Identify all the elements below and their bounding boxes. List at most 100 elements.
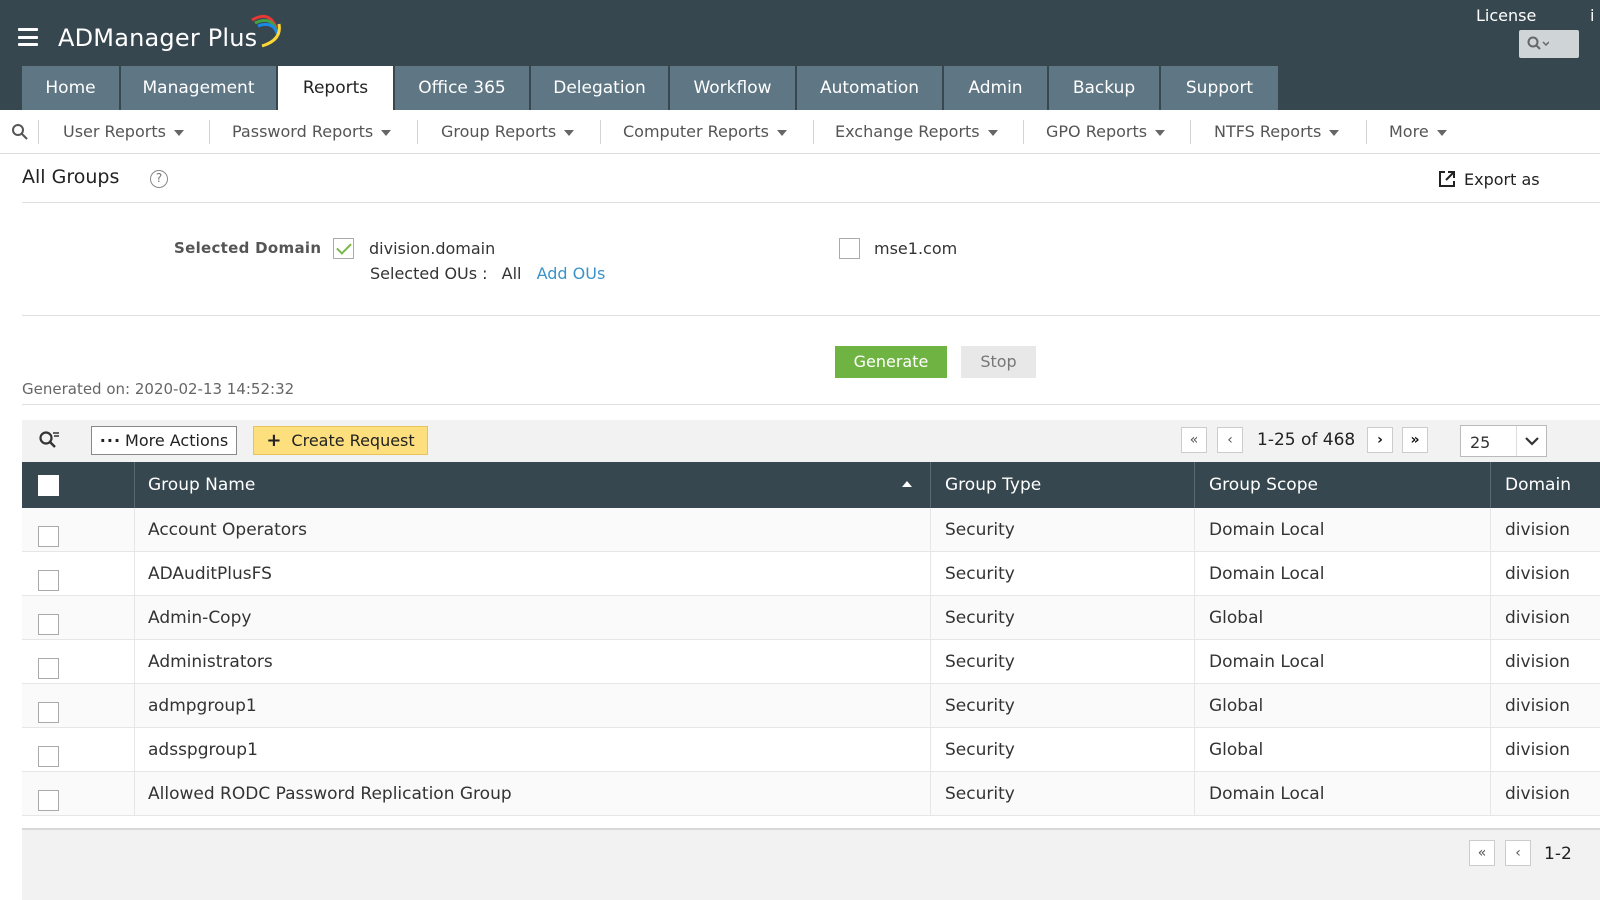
caret-down-icon bbox=[987, 129, 998, 136]
domain-checkbox-mse1[interactable] bbox=[839, 238, 860, 259]
table-footer: « ‹ 1-2 bbox=[22, 828, 1600, 900]
cell-divider bbox=[134, 508, 135, 552]
cell-divider bbox=[930, 772, 931, 816]
table-row[interactable]: Account Operators Security Domain Local div… bbox=[22, 508, 1600, 552]
generated-on-timestamp: Generated on: 2020-02-13 14:52:32 bbox=[22, 380, 295, 398]
table-row[interactable]: adsspgroup1 Security Global division bbox=[22, 728, 1600, 772]
tab-backup[interactable]: Backup bbox=[1049, 66, 1159, 110]
column-header-group-scope[interactable]: Group Scope bbox=[1209, 462, 1318, 508]
last-page-icon[interactable]: » bbox=[1402, 427, 1428, 453]
chevron-down-icon bbox=[1516, 426, 1546, 456]
global-search-button[interactable] bbox=[1519, 30, 1579, 58]
add-ous-link[interactable]: Add OUs bbox=[537, 264, 606, 283]
first-page-icon[interactable]: « bbox=[1469, 840, 1495, 866]
tab-management[interactable]: Management bbox=[121, 66, 276, 110]
cell-divider bbox=[930, 596, 931, 640]
selected-ous-row: Selected OUs : All Add OUs bbox=[370, 264, 605, 283]
cell-group-scope: Global bbox=[1209, 740, 1264, 760]
row-checkbox[interactable] bbox=[38, 658, 59, 679]
cell-divider bbox=[134, 728, 135, 772]
cell-divider bbox=[1490, 684, 1491, 728]
domain-name: mse1.com bbox=[874, 239, 958, 258]
row-checkbox[interactable] bbox=[38, 570, 59, 591]
caret-down-icon bbox=[777, 129, 787, 136]
cell-divider bbox=[1194, 728, 1195, 772]
tab-support[interactable]: Support bbox=[1161, 66, 1278, 110]
tab-admin[interactable]: Admin bbox=[944, 66, 1047, 110]
table-row[interactable]: Admin-Copy Security Global division bbox=[22, 596, 1600, 640]
first-page-icon[interactable]: « bbox=[1181, 427, 1207, 453]
divider bbox=[22, 315, 1600, 316]
cell-divider bbox=[930, 552, 931, 596]
tab-office-365[interactable]: Office 365 bbox=[395, 66, 529, 110]
table-row[interactable]: Allowed RODC Password Replication Group S… bbox=[22, 772, 1600, 816]
tab-home[interactable]: Home bbox=[22, 66, 119, 110]
tab-reports[interactable]: Reports bbox=[278, 66, 393, 110]
select-all-checkbox[interactable] bbox=[38, 475, 59, 496]
sub-nav-group-reports[interactable]: Group Reports bbox=[441, 110, 575, 154]
sub-nav-exchange-reports[interactable]: Exchange Reports bbox=[835, 110, 998, 154]
row-checkbox[interactable] bbox=[38, 614, 59, 635]
row-checkbox[interactable] bbox=[38, 746, 59, 767]
caret-down-icon bbox=[381, 129, 392, 136]
generate-button[interactable]: Generate bbox=[835, 346, 947, 378]
more-actions-button[interactable]: ··· More Actions bbox=[91, 426, 237, 455]
cell-divider bbox=[1490, 508, 1491, 552]
tab-workflow[interactable]: Workflow bbox=[670, 66, 795, 110]
report-search-icon[interactable] bbox=[11, 123, 29, 141]
tab-delegation[interactable]: Delegation bbox=[531, 66, 668, 110]
table-row[interactable]: admpgroup1 Security Global division bbox=[22, 684, 1600, 728]
cell-domain: division bbox=[1505, 520, 1571, 540]
column-header-domain[interactable]: Domain bbox=[1505, 462, 1571, 508]
sub-nav-computer-reports[interactable]: Computer Reports bbox=[623, 110, 787, 154]
nav-divider bbox=[1366, 120, 1367, 144]
info-glyph[interactable]: i bbox=[1590, 6, 1594, 25]
table-row[interactable]: Administrators Security Domain Local divisi… bbox=[22, 640, 1600, 684]
domain-checkbox-division[interactable] bbox=[333, 238, 354, 259]
tab-automation[interactable]: Automation bbox=[797, 66, 942, 110]
caret-down-icon bbox=[564, 129, 575, 136]
prev-page-icon[interactable]: ‹ bbox=[1505, 840, 1531, 866]
cell-group-name: Administrators bbox=[148, 652, 273, 672]
prev-page-icon[interactable]: ‹ bbox=[1217, 427, 1243, 453]
column-header-group-type[interactable]: Group Type bbox=[945, 462, 1041, 508]
table-row[interactable]: ADAuditPlusFS Security Domain Local divisio… bbox=[22, 552, 1600, 596]
nav-divider bbox=[209, 120, 210, 144]
row-checkbox[interactable] bbox=[38, 526, 59, 547]
cell-divider bbox=[1194, 640, 1195, 684]
license-link[interactable]: License bbox=[1476, 6, 1536, 25]
column-divider bbox=[930, 462, 931, 508]
page-title: All Groups bbox=[22, 166, 120, 188]
sub-nav-password-reports[interactable]: Password Reports bbox=[232, 110, 392, 154]
sub-nav-gpo-reports[interactable]: GPO Reports bbox=[1046, 110, 1166, 154]
cell-group-name: Allowed RODC Password Replication Group bbox=[148, 784, 512, 804]
nav-divider bbox=[1023, 120, 1024, 144]
help-icon[interactable]: ? bbox=[150, 170, 168, 188]
create-request-button[interactable]: + Create Request bbox=[253, 426, 428, 455]
table-body: Account Operators Security Domain Local div… bbox=[22, 508, 1600, 816]
sub-nav-user-reports[interactable]: User Reports bbox=[63, 110, 184, 154]
logo-swoosh-icon bbox=[251, 14, 281, 48]
sub-nav-more[interactable]: More bbox=[1389, 110, 1447, 154]
sort-ascending-icon[interactable] bbox=[902, 481, 912, 487]
export-label: Export as bbox=[1464, 170, 1540, 189]
page-size-select[interactable]: 25 bbox=[1460, 425, 1547, 457]
row-checkbox[interactable] bbox=[38, 790, 59, 811]
selected-ous-value: All bbox=[501, 264, 522, 283]
sub-nav-ntfs-reports[interactable]: NTFS Reports bbox=[1214, 110, 1340, 154]
page-info: 1-25 of 468 bbox=[1257, 430, 1356, 450]
caret-down-icon bbox=[1155, 129, 1166, 136]
cell-group-name: adsspgroup1 bbox=[148, 740, 258, 760]
next-page-icon[interactable]: › bbox=[1367, 427, 1393, 453]
search-filter-icon[interactable] bbox=[38, 430, 60, 450]
stop-button[interactable]: Stop bbox=[961, 346, 1036, 378]
cell-group-type: Security bbox=[945, 652, 1015, 672]
column-header-group-name[interactable]: Group Name bbox=[148, 462, 255, 508]
export-as-button[interactable]: Export as bbox=[1438, 170, 1540, 189]
hamburger-menu-icon[interactable] bbox=[18, 28, 38, 46]
create-request-label: Create Request bbox=[291, 431, 415, 450]
cell-group-name: Admin-Copy bbox=[148, 608, 252, 628]
caret-down-icon bbox=[173, 129, 184, 136]
row-checkbox[interactable] bbox=[38, 702, 59, 723]
cell-divider bbox=[1490, 596, 1491, 640]
